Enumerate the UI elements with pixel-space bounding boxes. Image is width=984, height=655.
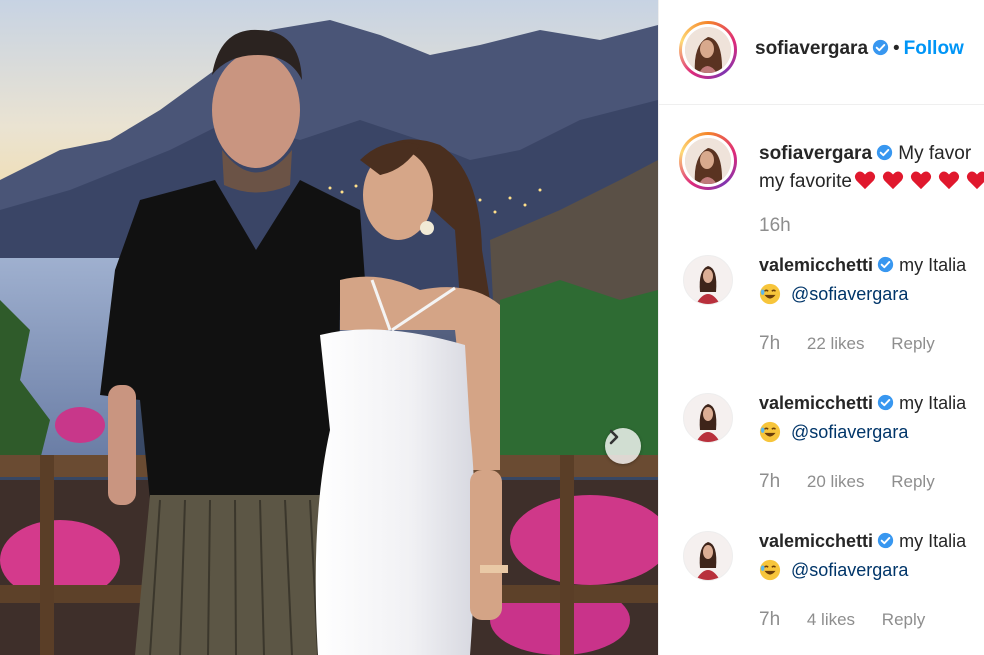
verified-badge-icon xyxy=(872,39,889,56)
profile-photo xyxy=(685,27,731,73)
commenter-avatar[interactable] xyxy=(683,393,733,443)
red-heart-icon xyxy=(938,171,960,190)
verified-badge-icon xyxy=(876,144,893,161)
comment-reply-button[interactable]: Reply xyxy=(891,472,934,491)
follow-button[interactable]: Follow xyxy=(904,38,964,59)
comment-reply-button[interactable]: Reply xyxy=(882,610,925,629)
comment-meta: 7h 4 likes Reply xyxy=(759,609,947,631)
comment-item: valemicchetti my Italia @sofiavergara 7h… xyxy=(659,531,984,651)
post-photo[interactable] xyxy=(0,0,658,655)
red-heart-icon xyxy=(854,171,876,190)
post-details-panel: sofiavergara • Follow sofiavergara My favo… xyxy=(658,0,984,655)
comment-line-2: @sofiavergara xyxy=(759,283,908,305)
red-heart-icon xyxy=(910,171,932,190)
author-avatar[interactable] xyxy=(679,21,737,79)
laughing-emoji-icon xyxy=(759,283,781,305)
verified-badge-icon xyxy=(877,532,894,549)
red-heart-icon xyxy=(882,171,904,190)
commenter-photo xyxy=(684,532,732,580)
comment-reply-button[interactable]: Reply xyxy=(891,334,934,353)
verified-badge-icon xyxy=(877,256,894,273)
commenter-photo xyxy=(684,256,732,304)
caption-text-line2: my favorite xyxy=(759,171,852,192)
caption-text-start: My favor xyxy=(898,143,972,164)
commenter-avatar[interactable] xyxy=(683,255,733,305)
comment-line: valemicchetti my Italia xyxy=(759,255,966,276)
laughing-emoji-icon xyxy=(759,421,781,443)
comment-username[interactable]: valemicchetti xyxy=(759,255,873,275)
comment-text: my Italia xyxy=(899,531,967,551)
comment-text: my Italia xyxy=(899,393,967,413)
comment-time[interactable]: 7h xyxy=(759,471,780,492)
chevron-right-icon xyxy=(609,429,619,445)
comment-likes[interactable]: 20 likes xyxy=(807,472,865,491)
next-photo-button[interactable] xyxy=(605,428,641,464)
laughing-emoji-icon xyxy=(759,559,781,581)
comment-meta: 7h 22 likes Reply xyxy=(759,333,957,355)
photo-scene xyxy=(0,0,658,655)
commenter-photo xyxy=(684,394,732,442)
comment-item: valemicchetti my Italia @sofiavergara 7h… xyxy=(659,393,984,513)
comment-likes[interactable]: 22 likes xyxy=(807,334,865,353)
comment-line-2: @sofiavergara xyxy=(759,421,908,443)
verified-badge-icon xyxy=(877,394,894,411)
caption-username[interactable]: sofiavergara xyxy=(759,143,872,164)
profile-photo xyxy=(685,138,731,184)
comment-meta: 7h 20 likes Reply xyxy=(759,471,957,493)
comment-username[interactable]: valemicchetti xyxy=(759,531,873,551)
caption-line-2: my favorite xyxy=(759,168,984,196)
commenter-avatar[interactable] xyxy=(683,531,733,581)
comment-likes[interactable]: 4 likes xyxy=(807,610,855,629)
comment-mention[interactable]: @sofiavergara xyxy=(791,422,908,443)
comment-username[interactable]: valemicchetti xyxy=(759,393,873,413)
author-row: sofiavergara • Follow xyxy=(755,38,964,60)
author-username[interactable]: sofiavergara xyxy=(755,38,868,59)
comment-time[interactable]: 7h xyxy=(759,609,780,630)
post-header: sofiavergara • Follow xyxy=(659,0,984,105)
post-timestamp[interactable]: 16h xyxy=(759,215,791,237)
comment-time[interactable]: 7h xyxy=(759,333,780,354)
comment-line: valemicchetti my Italia xyxy=(759,393,966,414)
comment-text: my Italia xyxy=(899,255,967,275)
comment-line-2: @sofiavergara xyxy=(759,559,908,581)
comment-mention[interactable]: @sofiavergara xyxy=(791,284,908,305)
comment-line: valemicchetti my Italia xyxy=(759,531,966,552)
comment-item: valemicchetti my Italia @sofiavergara 7h… xyxy=(659,255,984,375)
post-caption: sofiavergara My favor my favorite xyxy=(759,140,984,196)
caption-author-avatar[interactable] xyxy=(679,132,737,190)
separator-dot: • xyxy=(893,38,900,59)
comment-mention[interactable]: @sofiavergara xyxy=(791,560,908,581)
red-heart-icon xyxy=(966,171,984,190)
